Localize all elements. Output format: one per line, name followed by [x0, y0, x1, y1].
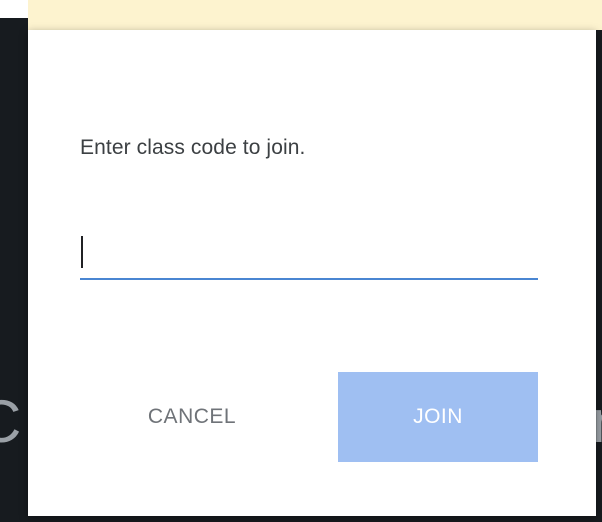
- dialog-prompt: Enter class code to join.: [80, 136, 306, 159]
- cancel-button[interactable]: CANCEL: [92, 372, 292, 462]
- join-class-dialog: Enter class code to join. CANCEL JOIN: [28, 30, 596, 516]
- background-text-fragment-left: C: [0, 392, 21, 452]
- class-code-input[interactable]: [80, 226, 538, 280]
- screen: C n Enter class code to join. CANCEL JOI…: [0, 0, 602, 522]
- text-cursor: [81, 236, 83, 268]
- top-banner-strip: [28, 0, 602, 30]
- join-button[interactable]: JOIN: [338, 372, 538, 462]
